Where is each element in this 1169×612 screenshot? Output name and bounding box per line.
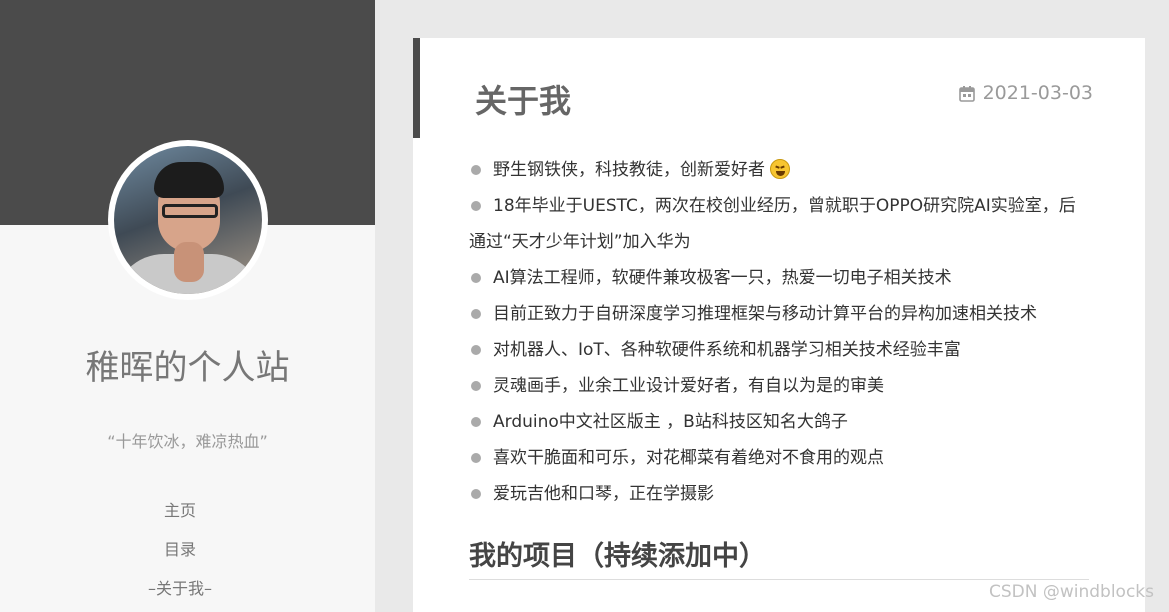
avatar-photo [114,146,262,294]
bullet-icon [471,453,481,463]
bullet-icon [471,345,481,355]
avatar[interactable] [108,140,268,300]
post-date: 2021-03-03 [958,82,1093,104]
calendar-icon [958,85,975,102]
list-item: Arduino中文社区版主 ，B站科技区知名大鸽子 [469,404,1093,440]
watermark: CSDN @windblocks [988,582,1154,602]
list-item: 喜欢干脆面和可乐，对花椰菜有着绝对不食用的观点 [469,440,1093,476]
bio-list: 野生钢铁侠，科技教徒，创新爱好者 18年毕业于UESTC，两次在校创业经历，曾就… [469,152,1093,512]
sidebar-nav: 主页 目录 –关于我– [0,498,360,612]
nav-item-catalog[interactable]: 目录 [0,537,360,576]
projects-heading: 我的项目（持续添加中） [469,534,1089,580]
list-item: 野生钢铁侠，科技教徒，创新爱好者 [469,152,1093,188]
list-item-continuation: 通过“天才少年计划”加入华为 [469,232,691,252]
bullet-icon [471,201,481,211]
card-accent-bar [413,38,420,138]
list-item: AI算法工程师，软硬件兼攻极客一只，热爱一切电子相关技术 [469,260,1093,296]
bullet-icon [471,417,481,427]
bullet-icon [471,165,481,175]
post-date-text: 2021-03-03 [982,82,1093,104]
list-item: 目前正致力于自研深度学习推理框架与移动计算平台的异构加速相关技术 [469,296,1093,332]
nav-item-home[interactable]: 主页 [0,498,360,537]
site-motto: “十年饮冰，难凉热血” [107,432,268,451]
bullet-icon [471,489,481,499]
list-item: 对机器人、IoT、各种软硬件系统和机器学习相关技术经验丰富 [469,332,1093,368]
page-title: 关于我 [475,82,572,120]
bullet-icon [471,381,481,391]
sidebar: 稚晖的个人站 “十年饮冰，难凉热血” 主页 目录 –关于我– [0,0,375,612]
list-item: 爱玩吉他和口琴，正在学摄影 [469,476,1093,512]
site-title[interactable]: 稚晖的个人站 [0,340,375,389]
grinning-squint-emoji-icon [770,159,791,179]
list-item: 灵魂画手，业余工业设计爱好者，有自以为是的审美 [469,368,1093,404]
nav-item-about[interactable]: –关于我– [0,576,360,612]
bullet-icon [471,273,481,283]
list-item: 18年毕业于UESTC，两次在校创业经历，曾就职于OPPO研究院AI实验室，后 [469,188,1093,224]
bullet-icon [471,309,481,319]
post-card: 关于我 2021-03-03 野生钢铁侠，科技教徒，创新爱好者 18年毕业于UE… [413,38,1145,612]
